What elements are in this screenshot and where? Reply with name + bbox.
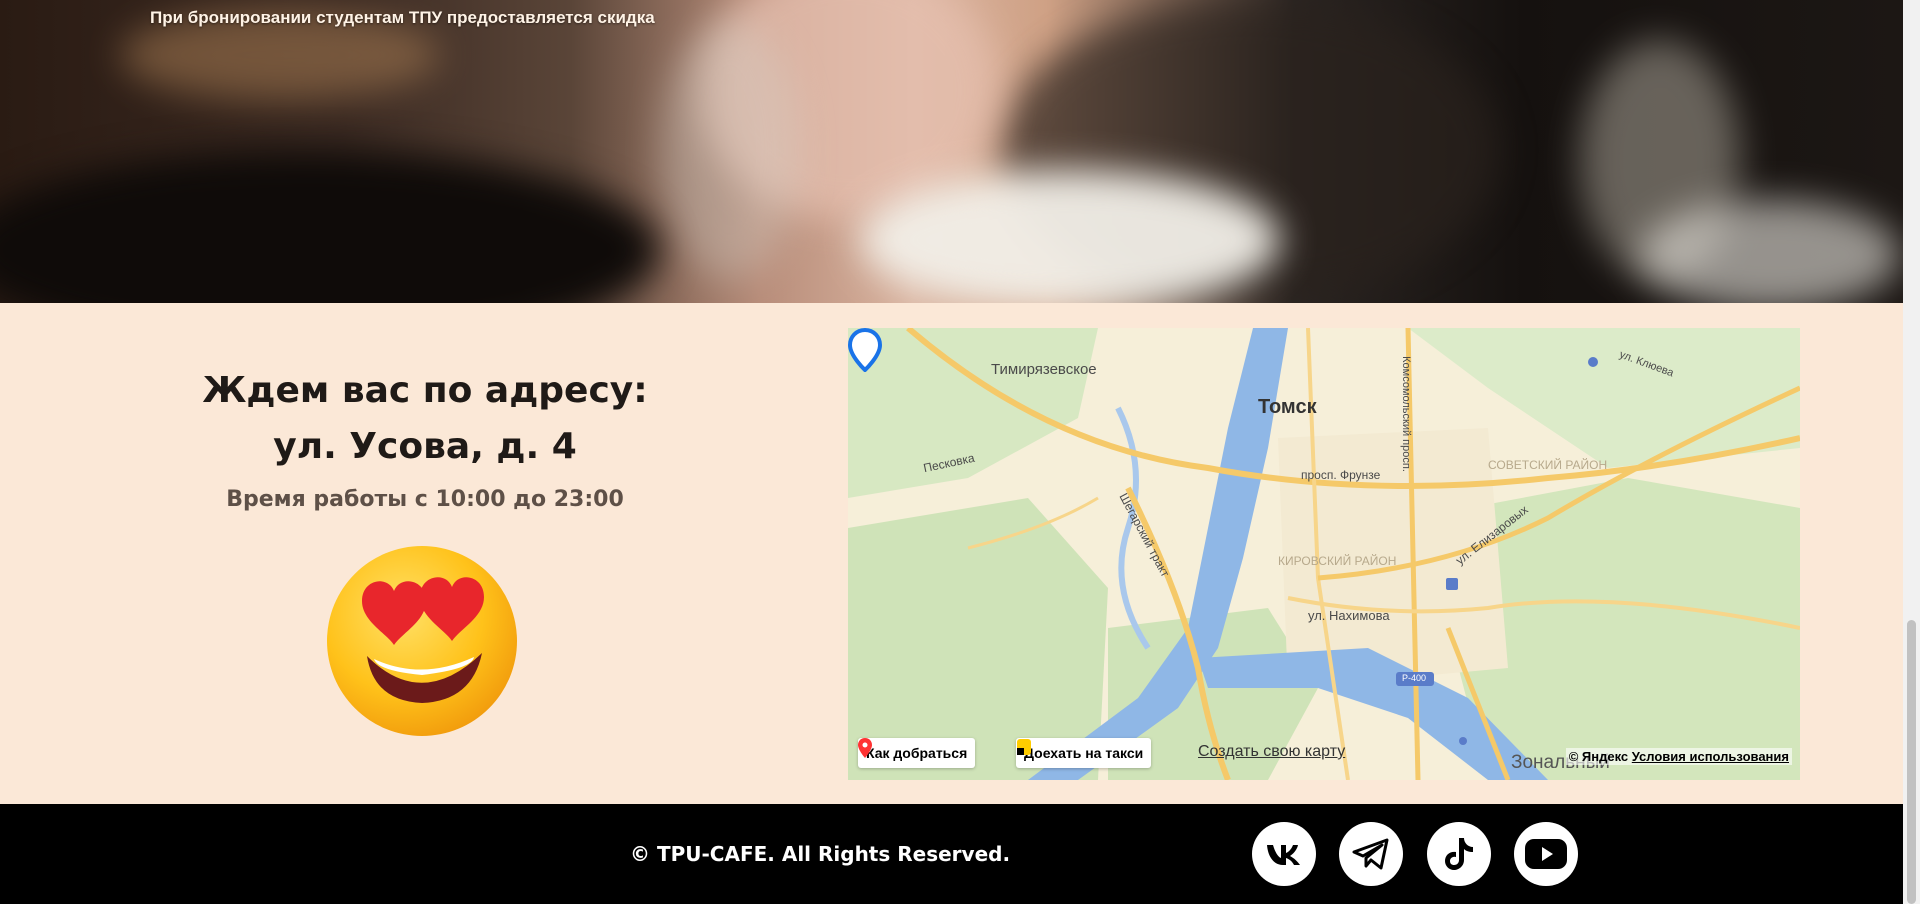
page: При бронировании студентам ТПУ предостав… bbox=[0, 0, 1903, 904]
map-label-komsomolsky: Комсомольский просп. bbox=[1399, 356, 1412, 472]
map-label-timiryazevskoe: Тимирязевское bbox=[991, 361, 1097, 378]
route-button-label: Как добраться bbox=[866, 745, 968, 761]
terms-link[interactable]: Условия использования bbox=[1632, 749, 1789, 764]
heart-eyes-emoji-icon bbox=[327, 546, 517, 736]
taxi-button-label: Доехать на такси bbox=[1024, 745, 1144, 761]
route-pin-icon bbox=[858, 738, 872, 758]
taxi-button[interactable]: Доехать на такси bbox=[1016, 738, 1152, 768]
discount-note: При бронировании студентам ТПУ предостав… bbox=[150, 8, 655, 27]
yandex-copyright: © Яндекс bbox=[1568, 749, 1629, 764]
contacts-section: Ждем вас по адресу: ул. Усова, д. 4 Врем… bbox=[0, 303, 1903, 804]
map-copyright: © Яндекс Условия использования bbox=[1565, 748, 1792, 765]
map-label-kirovsky: КИРОВСКИЙ РАЙОН bbox=[1278, 554, 1397, 568]
address-heading-line1: Ждем вас по адресу: bbox=[202, 370, 648, 411]
telegram-icon[interactable] bbox=[1339, 822, 1403, 886]
footer-copyright: © TPU-CAFE. All Rights Reserved. bbox=[630, 842, 1011, 866]
youtube-icon[interactable] bbox=[1514, 822, 1578, 886]
scrollbar-thumb[interactable] bbox=[1907, 620, 1916, 904]
location-pin-icon[interactable] bbox=[848, 328, 882, 372]
address-block: Ждем вас по адресу: ул. Усова, д. 4 Врем… bbox=[160, 363, 690, 512]
create-map-link[interactable]: Создать свою карту bbox=[1198, 743, 1345, 761]
yandex-map[interactable]: Тимирязевское Томск просп. Фрунзе КИРОВС… bbox=[848, 328, 1800, 780]
map-city-label: Томск bbox=[1258, 396, 1317, 418]
map-road-sign: Р-400 bbox=[1402, 673, 1427, 683]
opening-hours: Время работы с 10:00 до 23:00 bbox=[226, 487, 624, 512]
map-label-sovetsky: СОВЕТСКИЙ РАЙОН bbox=[1488, 458, 1608, 472]
tiktok-icon[interactable] bbox=[1427, 822, 1491, 886]
vk-icon[interactable] bbox=[1252, 822, 1316, 886]
map-label-frunze: просп. Фрунзе bbox=[1301, 468, 1381, 482]
hero-photo: При бронировании студентам ТПУ предостав… bbox=[0, 0, 1903, 303]
map-label-nakhimova: ул. Нахимова bbox=[1308, 608, 1390, 623]
address-heading-line2: ул. Усова, д. 4 bbox=[273, 426, 577, 467]
route-button[interactable]: Как добраться bbox=[858, 738, 976, 768]
taxi-icon bbox=[1017, 739, 1031, 755]
page-scrollbar[interactable] bbox=[1903, 0, 1920, 904]
footer: © TPU-CAFE. All Rights Reserved. bbox=[0, 804, 1903, 904]
